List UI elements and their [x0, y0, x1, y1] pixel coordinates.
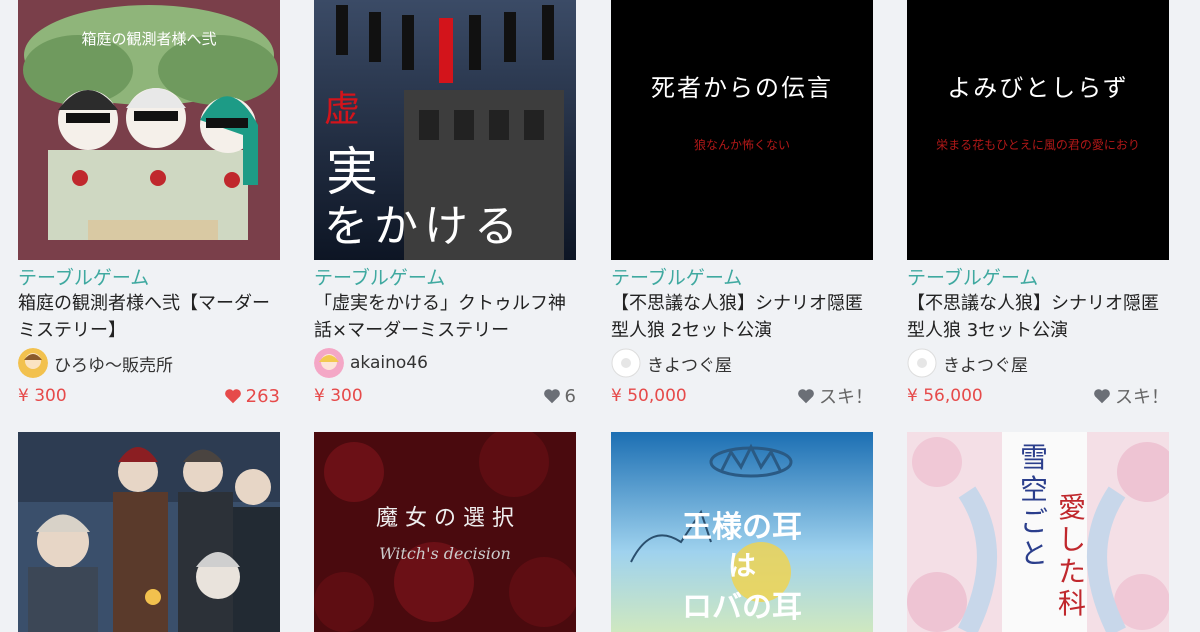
- product-card[interactable]: 虚 実 をかける テーブルゲーム 「虚実をかける」クトゥルフ神話×マーダーミステ…: [314, 0, 576, 410]
- product-thumbnail[interactable]: 雪空ごと 愛した科: [907, 432, 1169, 632]
- price: ¥ 300: [18, 386, 67, 406]
- product-grid: 箱庭の観測者様へ弐 テーブルゲーム 箱庭の観測者様へ弐【マーダーミステリー】 ひ…: [0, 0, 1200, 632]
- cover-subtitle: 狼なんか怖くない: [693, 138, 790, 152]
- cover-title: 魔 女 の 選 択: [376, 506, 514, 531]
- avatar: [18, 348, 48, 378]
- like-label: スキ！: [1115, 387, 1169, 408]
- like-count: 263: [245, 385, 280, 407]
- cover-subtitle: 栄まる花もひとえに風の君の愛におり: [936, 138, 1140, 152]
- category-label[interactable]: テーブルゲーム: [611, 266, 873, 290]
- cover-title-top: 王様の耳: [682, 510, 802, 545]
- product-card[interactable]: 箱庭の観測者様へ弐 テーブルゲーム 箱庭の観測者様へ弐【マーダーミステリー】 ひ…: [18, 0, 280, 410]
- seller-name: akaino46: [350, 353, 428, 373]
- avatar: [611, 348, 641, 378]
- cover-title: よみびとしらず: [947, 74, 1129, 102]
- seller-info[interactable]: きよつぐ屋: [611, 346, 873, 380]
- product-thumbnail[interactable]: 死者からの伝言 狼なんか怖くない: [611, 0, 873, 260]
- heart-icon: [798, 389, 814, 404]
- cover-title-bottom: ロバの耳: [682, 590, 802, 625]
- seller-info[interactable]: akaino46: [314, 346, 576, 380]
- product-card[interactable]: 王様の耳 は ロバの耳: [611, 432, 873, 632]
- product-thumbnail[interactable]: [18, 432, 280, 632]
- like-label: スキ！: [819, 387, 873, 408]
- category-label[interactable]: テーブルゲーム: [314, 266, 576, 290]
- seller-name: ひろゆ～販売所: [54, 355, 173, 376]
- like-button[interactable]: スキ！: [797, 383, 873, 409]
- like-count: 6: [564, 385, 576, 407]
- like-button[interactable]: 263: [224, 386, 280, 407]
- cover-title-top: 虚: [324, 89, 361, 130]
- avatar: [907, 348, 937, 378]
- seller-info[interactable]: ひろゆ～販売所: [18, 346, 280, 380]
- heart-icon: [543, 389, 560, 404]
- heart-icon: [1094, 389, 1110, 404]
- heart-icon: [224, 389, 241, 404]
- product-thumbnail[interactable]: よみびとしらず 栄まる花もひとえに風の君の愛におり: [907, 0, 1169, 260]
- product-thumbnail[interactable]: 箱庭の観測者様へ弐: [18, 0, 280, 260]
- category-label[interactable]: テーブルゲーム: [18, 266, 280, 290]
- cover-title-a: 雪空ごと: [1019, 441, 1048, 570]
- cover-title-mid: は: [727, 549, 756, 582]
- cover-title-b: 愛した科: [1057, 491, 1086, 620]
- product-card[interactable]: [18, 432, 280, 632]
- product-title[interactable]: 箱庭の観測者様へ弐【マーダーミステリー】: [18, 290, 280, 344]
- cover-art: [314, 432, 576, 632]
- cover-title: 死者からの伝言: [651, 74, 833, 102]
- seller-name: きよつぐ屋: [647, 355, 732, 376]
- cover-title: 箱庭の観測者様へ弐: [81, 30, 217, 48]
- product-title[interactable]: 【不思議な人狼】シナリオ隠匿型人狼 3セット公演: [907, 290, 1169, 344]
- product-title[interactable]: 「虚実をかける」クトゥルフ神話×マーダーミステリー: [314, 290, 576, 344]
- cover-subtitle: Witch's decision: [379, 544, 511, 563]
- product-title[interactable]: 【不思議な人狼】シナリオ隠匿型人狼 2セット公演: [611, 290, 873, 344]
- seller-name: きよつぐ屋: [943, 355, 1028, 376]
- product-thumbnail[interactable]: 王様の耳 は ロバの耳: [611, 432, 873, 632]
- product-thumbnail[interactable]: 虚 実 をかける: [314, 0, 576, 260]
- seller-info[interactable]: きよつぐ屋: [907, 346, 1169, 380]
- like-button[interactable]: 6: [543, 386, 576, 407]
- like-button[interactable]: スキ！: [1093, 383, 1169, 409]
- price: ¥ 300: [314, 386, 363, 406]
- product-card[interactable]: 魔 女 の 選 択 Witch's decision: [314, 432, 576, 632]
- cover-art: [18, 432, 280, 632]
- product-card[interactable]: 死者からの伝言 狼なんか怖くない テーブルゲーム 【不思議な人狼】シナリオ隠匿型…: [611, 0, 873, 410]
- price: ¥ 56,000: [907, 386, 983, 406]
- product-card[interactable]: よみびとしらず 栄まる花もひとえに風の君の愛におり テーブルゲーム 【不思議な人…: [907, 0, 1169, 410]
- product-thumbnail[interactable]: 魔 女 の 選 択 Witch's decision: [314, 432, 576, 632]
- product-card[interactable]: 雪空ごと 愛した科: [907, 432, 1169, 632]
- avatar: [314, 348, 344, 378]
- price: ¥ 50,000: [611, 386, 687, 406]
- category-label[interactable]: テーブルゲーム: [907, 266, 1169, 290]
- cover-title-bottom: をかける: [324, 201, 524, 252]
